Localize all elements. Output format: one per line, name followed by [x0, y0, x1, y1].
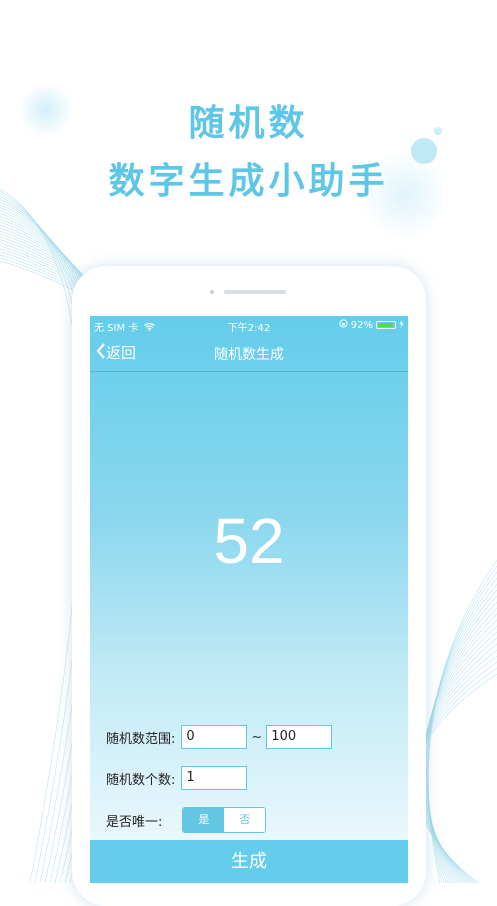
- nav-bar: 返回 随机数生成: [90, 334, 408, 372]
- background-arc: [420, 631, 497, 883]
- background-arc: [417, 655, 497, 883]
- status-bar: 无 SIM 卡 下午2:42 92%: [90, 316, 408, 334]
- unique-yes-option[interactable]: 是: [183, 808, 225, 832]
- range-separator: ~: [251, 729, 263, 745]
- range-label: 随机数范围:: [106, 731, 176, 747]
- battery-fill: [378, 323, 393, 327]
- phone-camera: [210, 290, 214, 294]
- rotation-lock-icon: [339, 319, 348, 331]
- promo-subtitle: 数字生成小助手: [108, 161, 389, 202]
- count-label: 随机数个数:: [106, 772, 176, 788]
- battery-percent: 92%: [350, 319, 373, 331]
- background-arc: [416, 661, 497, 883]
- range-min-input[interactable]: 0: [181, 725, 248, 749]
- background-arc: [418, 649, 497, 883]
- range-max-input[interactable]: 100: [266, 725, 333, 749]
- background-arc: [427, 571, 497, 883]
- unique-label: 是否唯一:: [106, 814, 163, 830]
- unique-row: 是否唯一: 是 否: [106, 807, 267, 833]
- unique-toggle: 是 否: [182, 807, 267, 833]
- background-arc: [419, 637, 497, 883]
- charging-icon: [399, 319, 404, 331]
- range-row: 随机数范围: 0 ~ 100: [106, 725, 333, 749]
- count-input[interactable]: 1: [181, 766, 248, 790]
- background-arc: [419, 643, 497, 883]
- promo-title: 随机数: [188, 103, 309, 144]
- page-title: 随机数生成: [214, 347, 284, 363]
- count-row: 随机数个数: 1: [106, 766, 248, 790]
- battery-icon: [376, 321, 396, 329]
- random-result: 52: [213, 505, 285, 577]
- app-screen: 无 SIM 卡 下午2:42 92% 返回 随机数生成 52 随机数范围: 0 …: [90, 316, 408, 883]
- generate-button[interactable]: 生成: [90, 840, 408, 883]
- status-right: 92%: [339, 319, 404, 331]
- unique-no-option[interactable]: 否: [224, 808, 266, 832]
- phone-speaker: [224, 290, 286, 294]
